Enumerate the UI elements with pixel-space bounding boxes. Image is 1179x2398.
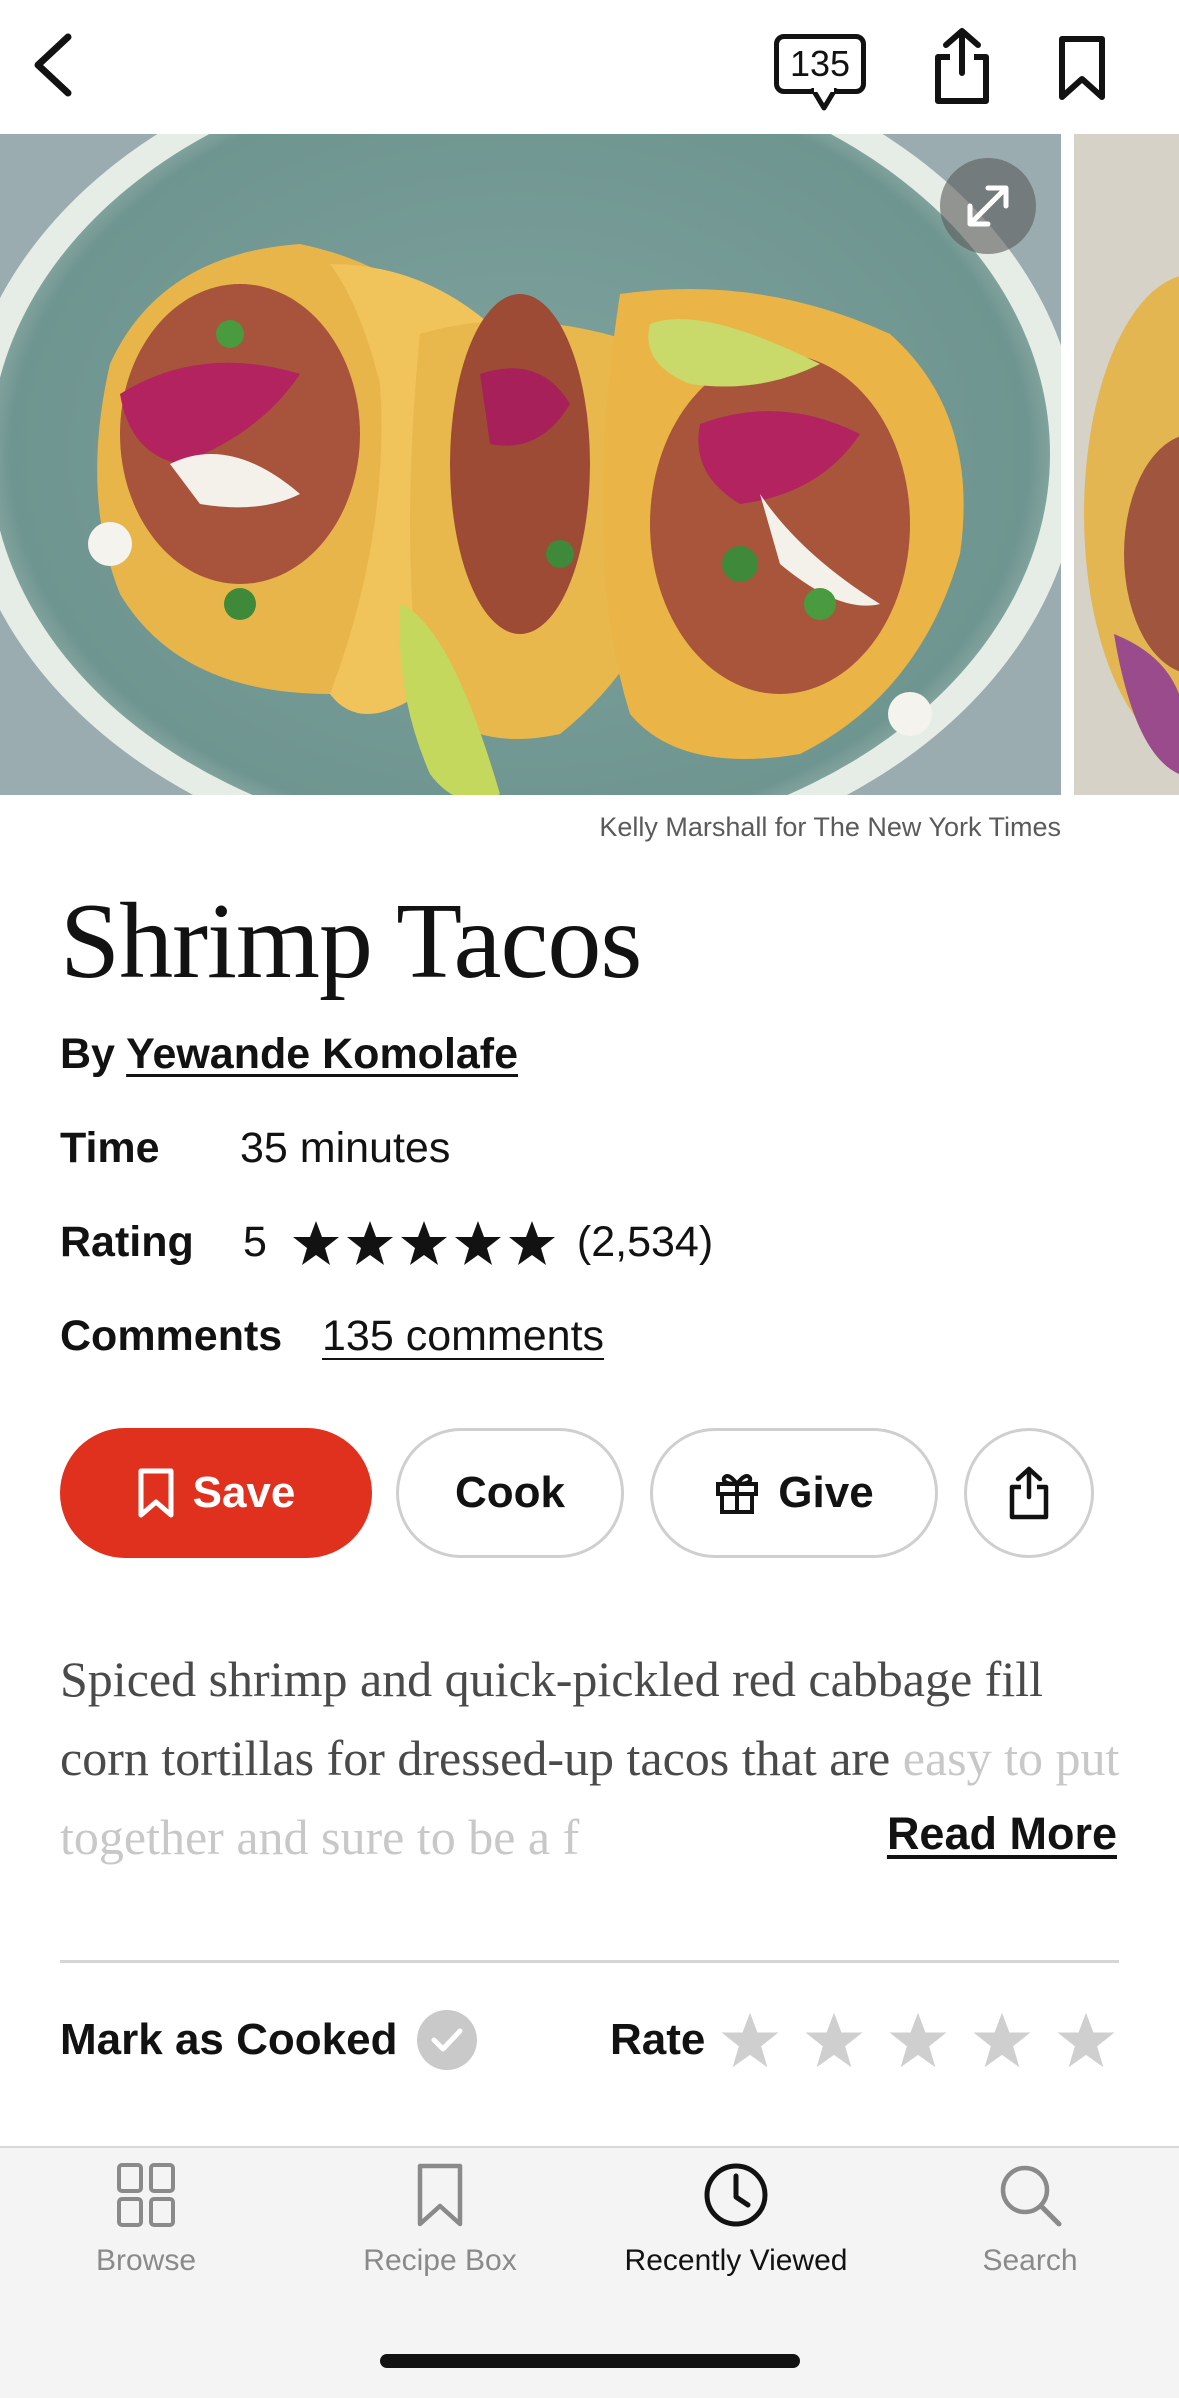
- rate-row: Rate: [610, 2010, 1117, 2070]
- cook-label: Cook: [455, 1468, 565, 1517]
- recipe-photo[interactable]: [0, 134, 1061, 795]
- tab-label: Browse: [95, 2244, 197, 2277]
- time-value: 35 minutes: [240, 1124, 451, 1172]
- comments-count-button[interactable]: 135: [770, 30, 876, 114]
- cook-button[interactable]: Cook: [396, 1428, 624, 1558]
- read-more-link[interactable]: Read More: [880, 1808, 1117, 1860]
- share-icon: [1009, 1466, 1049, 1520]
- tab-browse[interactable]: Browse: [16, 2162, 276, 2278]
- tab-recipe-box[interactable]: Recipe Box: [310, 2162, 570, 2278]
- star-outline-icon[interactable]: [971, 2010, 1033, 2070]
- tab-recently-viewed[interactable]: Recently Viewed: [606, 2162, 866, 2278]
- divider: [60, 1960, 1119, 1963]
- author-link[interactable]: Yewande Komolafe: [126, 1030, 518, 1078]
- bookmark-icon: [417, 2163, 463, 2227]
- star-outline-icon[interactable]: [887, 2010, 949, 2070]
- bookmark-icon: [138, 1468, 174, 1518]
- description-text: Spiced shrimp and quick-pickled red cabb…: [60, 1651, 1044, 1786]
- time-label: Time: [60, 1124, 160, 1172]
- gift-icon: [716, 1474, 759, 1514]
- byline: By Yewande Komolafe: [60, 1030, 518, 1079]
- rate-label: Rate: [610, 2015, 706, 2064]
- comments-row: Comments 135 comments: [60, 1312, 604, 1361]
- star-outline-icon[interactable]: [803, 2010, 865, 2070]
- share-button[interactable]: [964, 1428, 1094, 1558]
- next-photo[interactable]: [1074, 134, 1179, 795]
- rating-count: (2,534): [576, 1218, 714, 1266]
- expand-icon[interactable]: [940, 158, 1036, 254]
- bookmark-icon[interactable]: [1050, 28, 1114, 108]
- tab-label: Recipe Box: [363, 2244, 517, 2277]
- save-label: Save: [192, 1468, 296, 1517]
- tab-label: Search: [982, 2244, 1078, 2277]
- give-label: Give: [778, 1468, 874, 1517]
- give-button[interactable]: Give: [650, 1428, 938, 1558]
- comments-count: 135: [774, 34, 866, 94]
- star-icon: [454, 1220, 501, 1265]
- back-icon[interactable]: [18, 30, 88, 100]
- comments-label: Comments: [60, 1312, 283, 1360]
- mark-as-cooked-button[interactable]: Mark as Cooked: [60, 2010, 478, 2070]
- top-bar: 135: [0, 0, 1179, 134]
- checkmark-icon: [417, 2010, 478, 2070]
- clock-icon: [704, 2163, 768, 2227]
- recipe-title: Shrimp Tacos: [60, 882, 642, 1001]
- star-outline-icon[interactable]: [719, 2010, 781, 2070]
- rating-value: 5: [243, 1218, 267, 1266]
- save-button[interactable]: Save: [60, 1428, 372, 1558]
- star-icon: [346, 1220, 393, 1265]
- tab-search[interactable]: Search: [900, 2162, 1160, 2278]
- star-icon: [400, 1220, 447, 1265]
- comments-link[interactable]: 135 comments: [322, 1312, 604, 1361]
- rating-value-group: 5 (2,534): [243, 1218, 713, 1267]
- tab-label: Recently Viewed: [624, 2244, 848, 2277]
- rating-row: Rating 5 (2,534): [60, 1218, 713, 1267]
- rating-stars: [291, 1219, 557, 1267]
- time-row: Time 35 minutes: [60, 1124, 450, 1173]
- share-icon[interactable]: [925, 24, 999, 110]
- photo-credit: Kelly Marshall for The New York Times: [599, 812, 1061, 842]
- mark-cooked-label: Mark as Cooked: [60, 2015, 398, 2064]
- home-indicator[interactable]: [380, 2354, 800, 2368]
- byline-prefix: By: [60, 1030, 127, 1078]
- star-icon: [508, 1220, 555, 1265]
- search-icon: [1000, 2165, 1062, 2227]
- star-icon: [292, 1220, 339, 1265]
- grid-icon: [117, 2163, 175, 2227]
- star-outline-icon[interactable]: [1055, 2010, 1117, 2070]
- rating-label: Rating: [60, 1218, 194, 1266]
- rate-stars: [719, 2010, 1117, 2070]
